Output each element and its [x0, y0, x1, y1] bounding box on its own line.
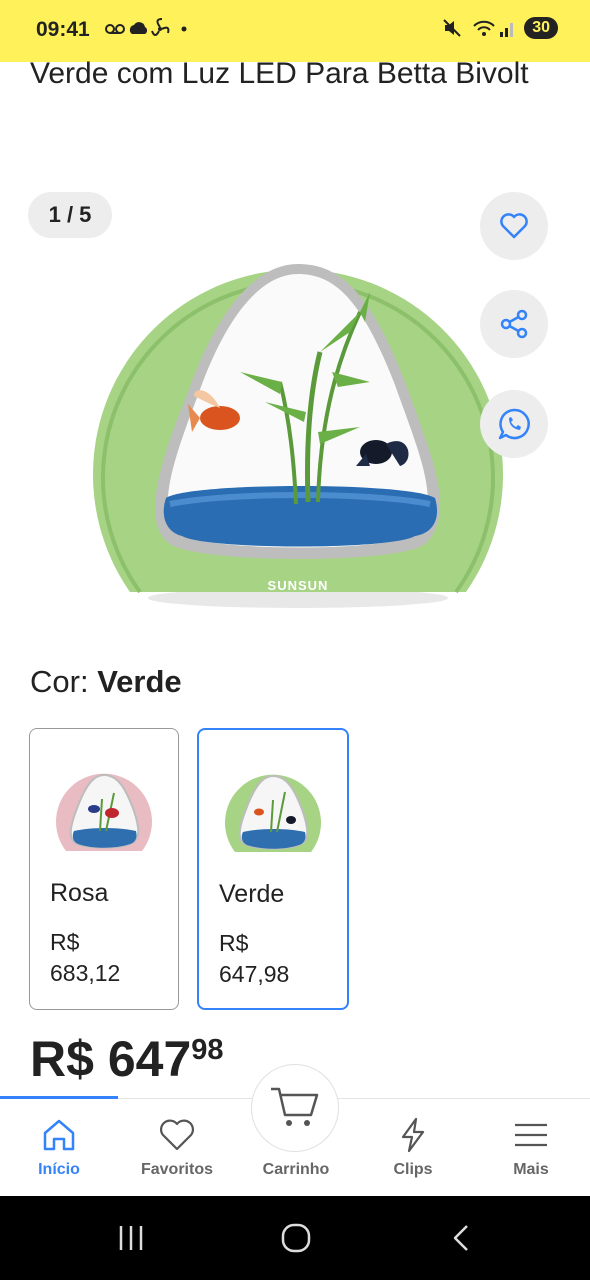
menu-icon [515, 1123, 547, 1147]
product-title: Verde com Luz LED Para Betta Bivolt [30, 57, 529, 90]
variant-amount: 647,98 [219, 961, 290, 987]
price-currency: R$ [30, 1031, 94, 1087]
share-icon [500, 309, 528, 339]
home-circle-icon[interactable] [280, 1222, 312, 1254]
cart-icon [271, 1087, 319, 1126]
brand-label: SUNSUN [268, 578, 329, 593]
share-button[interactable] [480, 290, 548, 358]
lightning-icon [401, 1117, 425, 1153]
variant-amount: 683,12 [50, 960, 121, 986]
notification-icons [104, 18, 194, 45]
price-cents: 98 [191, 1034, 224, 1066]
variant-price: R$ 683,12 [50, 927, 170, 989]
variant-verde-thumbnail [225, 774, 321, 852]
nav-carrinho[interactable] [251, 1064, 339, 1152]
nav-label: Clips [393, 1161, 433, 1178]
nav-label: Início [38, 1161, 80, 1178]
nav-mais[interactable]: Mais [472, 1099, 590, 1197]
whatsapp-icon [498, 408, 530, 440]
product-price: R$ 64798 [30, 1030, 224, 1088]
heart-icon [160, 1119, 194, 1151]
status-time: 09:41 [36, 18, 90, 41]
system-nav-bar [0, 1196, 590, 1280]
nav-label: Favoritos [140, 1161, 213, 1178]
nav-label-carrinho: Carrinho [262, 1161, 330, 1178]
nav-clips[interactable]: Clips [354, 1099, 472, 1197]
system-status-icons: 30 [442, 17, 558, 39]
heart-icon [500, 213, 528, 239]
selected-color: Verde [97, 664, 182, 699]
nav-inicio[interactable]: Início [0, 1099, 118, 1197]
product-image[interactable]: SUNSUN [70, 182, 530, 612]
variant-name: Verde [219, 880, 285, 908]
variant-name: Rosa [50, 879, 109, 907]
variant-currency: R$ [219, 930, 249, 956]
wifi-signal-icon [473, 20, 514, 37]
color-label-prefix: Cor: [30, 664, 89, 699]
status-bar: 09:41 30 [0, 0, 590, 62]
favorite-button[interactable] [480, 192, 548, 260]
variant-rosa[interactable]: Rosa R$ 683,12 [29, 728, 179, 1010]
variant-verde[interactable]: Verde R$ 647,98 [197, 728, 349, 1010]
recents-icon[interactable] [117, 1224, 147, 1252]
price-integer: 647 [107, 1031, 192, 1087]
variant-price: R$ 647,98 [219, 928, 339, 990]
color-label: Cor: Verde [30, 664, 182, 700]
home-icon [43, 1119, 75, 1151]
mute-icon [443, 19, 461, 37]
nav-favoritos[interactable]: Favoritos [118, 1099, 236, 1197]
variant-currency: R$ [50, 929, 80, 955]
voicemail-cloud-fan-icons [105, 18, 187, 36]
whatsapp-button[interactable] [480, 390, 548, 458]
nav-label: Mais [513, 1161, 549, 1178]
battery-indicator: 30 [524, 17, 558, 39]
variant-rosa-thumbnail [56, 773, 152, 851]
back-icon[interactable] [450, 1223, 472, 1253]
